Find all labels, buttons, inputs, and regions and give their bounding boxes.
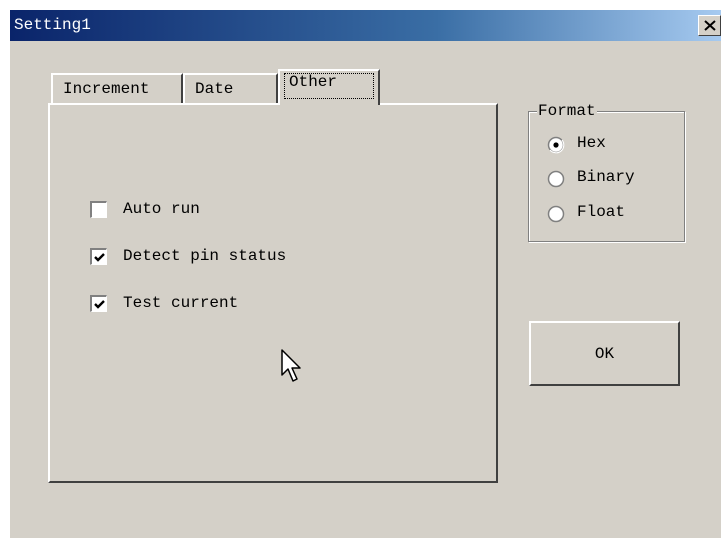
mouse-pointer-icon [281,349,301,382]
radio-unselected-icon [547,170,565,188]
format-group-title: Format [537,102,597,120]
window-title: Setting1 [14,16,91,34]
ok-button[interactable]: OK [529,321,680,386]
tab-label: Increment [63,80,150,98]
format-groupbox: Format Hex Binary Float [528,102,685,242]
tab-panel-other [48,103,498,483]
checkbox-box [90,295,107,312]
tab-label: Date [195,80,234,98]
checkbox-label: Auto run [123,200,200,218]
title-bar[interactable]: Setting1 [10,10,721,41]
tab-label: Other [289,73,338,91]
close-button[interactable] [698,15,721,36]
checkmark-icon [94,253,105,262]
radio-selected-icon [547,136,565,154]
checkbox-label: Detect pin status [123,247,287,265]
tab-increment[interactable]: Increment [51,73,183,103]
radio-label: Hex [577,134,606,152]
close-icon [704,20,716,31]
radio-unselected-icon [547,205,565,223]
settings-dialog: Setting1 Increment Date Other Auto run D… [10,10,721,538]
tab-date[interactable]: Date [183,73,278,103]
ok-button-label: OK [594,345,615,363]
tab-other[interactable]: Other [278,69,380,105]
checkbox-label: Test current [123,294,239,312]
checkmark-icon [94,300,105,309]
checkbox-box [90,248,107,265]
radio-label: Binary [577,168,635,186]
checkbox-box [90,201,107,218]
radio-label: Float [577,203,626,221]
